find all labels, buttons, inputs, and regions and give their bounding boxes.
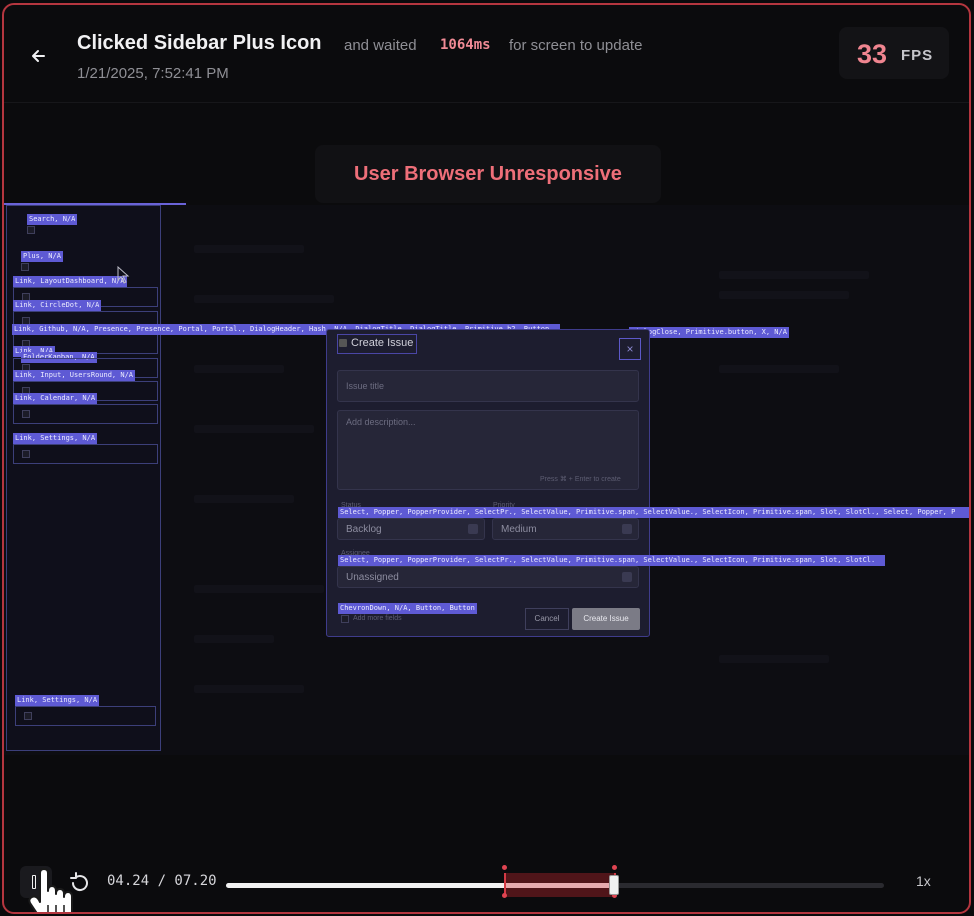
ghost-row [194, 495, 294, 503]
ghost-row [194, 635, 274, 643]
close-icon[interactable]: × [619, 338, 641, 360]
chevron-down-icon [468, 524, 478, 534]
event-timestamp: 1/21/2025, 7:52:41 PM [77, 65, 229, 82]
sidebar: Search, N/A Plus, N/A Link, LayoutDashbo… [6, 205, 161, 751]
ghost-row [719, 291, 849, 299]
seek-thumb[interactable] [609, 875, 619, 895]
ghost-row [719, 365, 839, 373]
back-button[interactable] [26, 43, 52, 69]
action-title: Clicked Sidebar Plus Icon [77, 32, 322, 54]
segment-marker [502, 865, 507, 870]
overlay-label: Plus, N/A [21, 251, 63, 262]
priority-value: Medium [501, 524, 537, 535]
replayed-screen: Search, N/A Plus, N/A Link, LayoutDashbo… [4, 203, 969, 755]
ghost-row [194, 365, 284, 373]
waited-suffix: for screen to update [509, 37, 643, 54]
fps-indicator: 33 FPS [839, 27, 949, 79]
mouse-pointer-icon [117, 266, 130, 284]
fps-label: FPS [901, 47, 934, 64]
hash-icon [339, 339, 347, 347]
status-value: Backlog [346, 524, 382, 535]
overlay-label: Select, Popper, PopperProvider, SelectPr… [338, 555, 885, 566]
segment-marker [502, 893, 507, 898]
ghost-row [194, 295, 334, 303]
header-divider [4, 102, 969, 103]
fps-value: 33 [857, 39, 888, 69]
issue-title-input[interactable]: Issue title [337, 370, 639, 402]
ghost-row [194, 585, 324, 593]
overlay-label: ChevronDown, N/A, Button, Button [338, 603, 477, 614]
playback-speed[interactable]: 1x [916, 873, 931, 889]
dialog-title: Create Issue [351, 337, 414, 349]
more-fields-label: Add more fields [353, 615, 402, 622]
ghost-row [719, 655, 829, 663]
overlay-label: Search, N/A [27, 214, 78, 225]
priority-select[interactable]: Medium [492, 518, 639, 540]
ghost-row [194, 245, 304, 253]
ghost-row [719, 271, 869, 279]
settings-icon [24, 712, 32, 720]
overlay-label: Link, Settings, N/A [13, 433, 98, 444]
plus-icon[interactable] [21, 263, 29, 271]
create-issue-dialog: Create Issue × Issue title Add descripti… [326, 329, 650, 637]
sidebar-item-settings[interactable] [13, 444, 158, 464]
sidebar-item-calendar[interactable] [13, 404, 158, 424]
calendar-icon [22, 410, 30, 418]
settings-icon [22, 450, 30, 458]
overlay-label: Link, LayoutDashboard, N/A [13, 276, 127, 287]
assignee-value: Unassigned [346, 572, 399, 583]
playback-time: 04.24 / 07.20 [107, 873, 217, 889]
chevron-down-icon [622, 524, 632, 534]
overlay-label: Link, Calendar, N/A [13, 393, 98, 404]
search-icon[interactable] [27, 226, 35, 234]
cancel-button[interactable]: Cancel [525, 608, 569, 630]
chevron-down-icon [622, 572, 632, 582]
overlay-label: Link, CircleDot, N/A [13, 300, 102, 311]
arrow-left-icon [32, 50, 45, 62]
overlay-label: Select, Popper, PopperProvider, SelectPr… [338, 507, 969, 518]
description-placeholder: Add description... [346, 417, 416, 427]
ghost-row [194, 425, 314, 433]
waited-prefix: and waited [344, 37, 417, 54]
more-fields-checkbox[interactable] [341, 615, 349, 623]
create-issue-button[interactable]: Create Issue [572, 608, 640, 630]
status-select[interactable]: Backlog [337, 518, 485, 540]
replay-icon[interactable] [68, 871, 92, 895]
unresponsive-banner: User Browser Unresponsive [315, 145, 661, 203]
unresponsive-segment [504, 873, 616, 897]
wait-duration: 1064ms [440, 37, 491, 53]
shortcut-hint: Press ⌘ + Enter to create [540, 476, 621, 483]
ghost-row [194, 685, 304, 693]
segment-marker [612, 865, 617, 870]
replay-frame: Clicked Sidebar Plus Icon and waited 106… [2, 3, 971, 914]
sidebar-item-settings-bottom[interactable] [15, 706, 156, 726]
overlay-label: Link, Settings, N/A [15, 695, 100, 706]
assignee-select[interactable]: Unassigned [337, 566, 639, 588]
overlay-label: DialogClose, Primitive.button, X, N/A [629, 327, 789, 338]
overlay-label: Link, Input, UsersRound, N/A [13, 370, 136, 381]
